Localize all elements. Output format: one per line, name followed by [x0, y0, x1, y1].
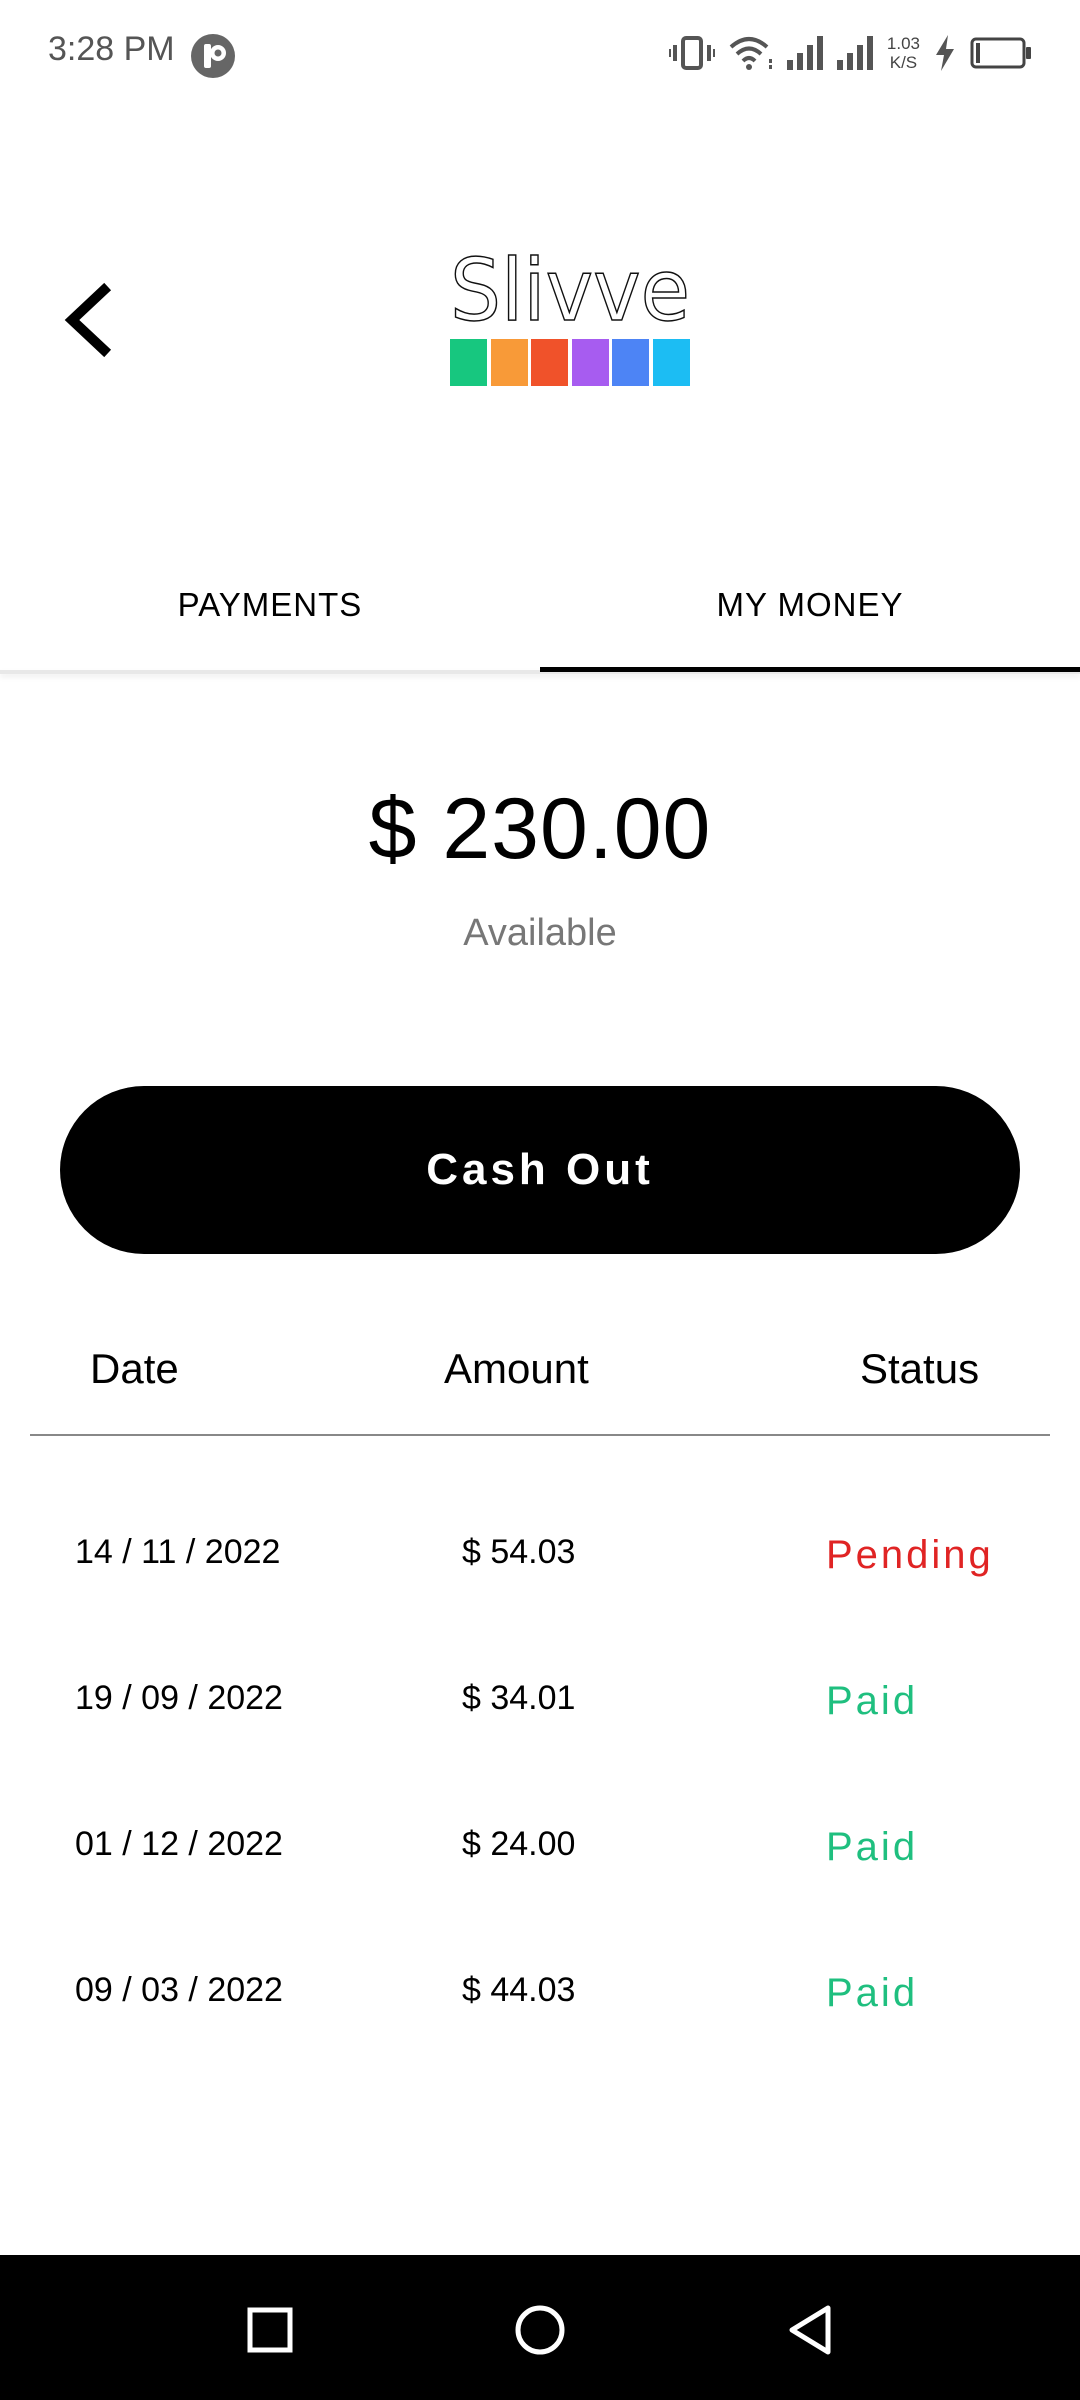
recents-icon[interactable] [230, 2290, 310, 2370]
row-date: 01 / 12 / 2022 [75, 1825, 283, 1863]
network-speed-value: 1.03 [886, 34, 920, 53]
tab-bar: PAYMENTS MY MONEY [0, 540, 1080, 674]
svg-text:Slivve: Slivve [450, 241, 690, 341]
system-nav-bar [0, 2255, 1080, 2400]
wifi-icon [729, 37, 772, 70]
tab-payments[interactable]: PAYMENTS [0, 540, 540, 670]
column-header-status: Status [860, 1345, 980, 1392]
tab-my-money[interactable]: MY MONEY [540, 540, 1080, 670]
back-button[interactable] [58, 282, 118, 358]
row-status: Pending [826, 1533, 994, 1577]
row-date: 09 / 03 / 2022 [75, 1971, 283, 2009]
row-status: Paid [826, 1679, 919, 1723]
column-header-date: Date [90, 1345, 179, 1392]
table-row: 19 / 09 / 2022 $ 34.01 Paid [0, 1679, 1080, 1749]
table-row: 14 / 11 / 2022 $ 54.03 Pending [0, 1533, 1080, 1603]
row-amount: $ 54.03 [462, 1533, 576, 1571]
row-date: 19 / 09 / 2022 [75, 1679, 283, 1717]
balance-label: Available [463, 912, 617, 954]
network-speed: 1.03 K/S [887, 34, 920, 72]
row-amount: $ 24.00 [462, 1825, 576, 1863]
battery-icon [970, 37, 1031, 69]
app-notification-icon [191, 34, 235, 78]
signal-icon [836, 36, 873, 70]
table-row: 01 / 12 / 2022 $ 24.00 Paid [0, 1825, 1080, 1895]
vibrate-icon [668, 36, 715, 70]
charging-icon [936, 35, 954, 71]
status-icons: 1.03 K/S [668, 28, 1032, 78]
column-header-amount: Amount [444, 1345, 589, 1392]
row-amount: $ 34.01 [462, 1679, 576, 1717]
network-speed-unit: K/S [889, 53, 918, 72]
cash-out-button[interactable]: Cash Out [60, 1086, 1020, 1254]
row-amount: $ 44.03 [462, 1971, 576, 2009]
slivve-logo: Slivve [448, 240, 692, 390]
home-icon[interactable] [500, 2290, 580, 2370]
row-status: Paid [826, 1971, 919, 2015]
table-divider [30, 1434, 1050, 1436]
active-tab-indicator [540, 667, 1080, 672]
table-row: 09 / 03 / 2022 $ 44.03 Paid [0, 1971, 1080, 2041]
back-icon[interactable] [770, 2290, 850, 2370]
balance-amount: $ 230.00 [368, 781, 712, 877]
status-bar: 3:28 PM 1.03 K/S [0, 0, 1080, 110]
table-header: Date Amount Status [0, 1345, 1080, 1405]
row-date: 14 / 11 / 2022 [75, 1533, 281, 1571]
signal-icon [786, 36, 823, 70]
status-time: 3:28 PM [48, 30, 175, 68]
row-status: Paid [826, 1825, 919, 1869]
